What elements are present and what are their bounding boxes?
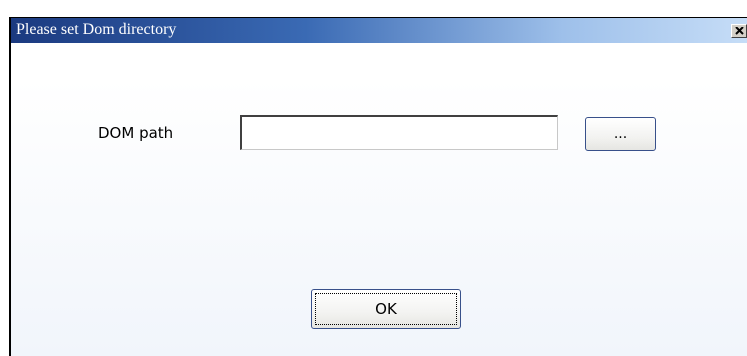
ok-button[interactable]: OK [311, 289, 461, 329]
title-bar[interactable]: Please set Dom directory [11, 18, 747, 43]
dom-path-label: DOM path [98, 124, 174, 142]
ok-button-label: OK [315, 293, 457, 325]
window-title: Please set Dom directory [16, 21, 177, 38]
dialog-window: Please set Dom directory DOM path ... OK [9, 17, 747, 356]
browse-button[interactable]: ... [585, 117, 656, 151]
close-icon [735, 27, 744, 35]
close-button[interactable] [731, 24, 747, 38]
dom-path-input[interactable] [240, 115, 558, 150]
